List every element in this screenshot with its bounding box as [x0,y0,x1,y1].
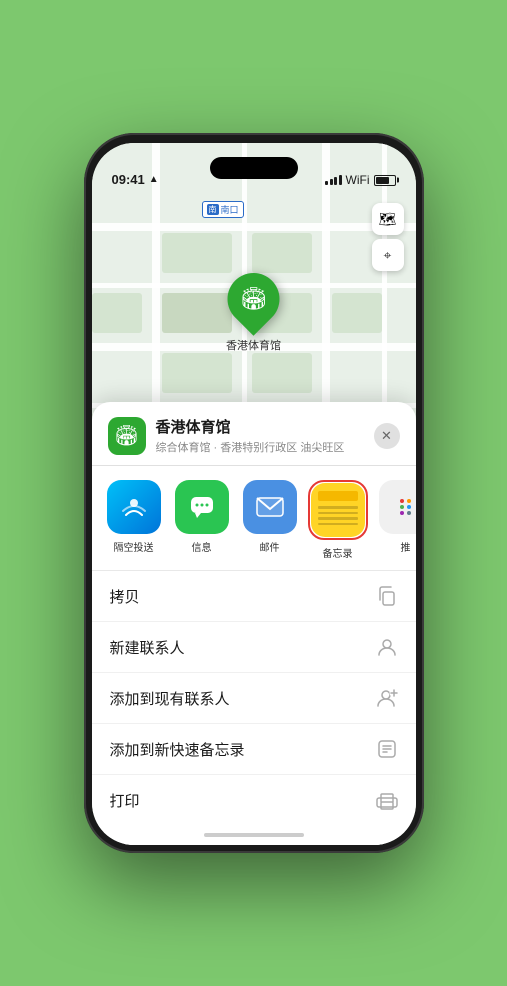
location-pin: 🏟 香港体育馆 [226,273,281,353]
map-block-1 [162,233,232,273]
label-prefix: 南 [207,204,219,215]
dot-blue [407,505,411,509]
action-item-new-contact[interactable]: 新建联系人 [92,622,416,673]
map-block-2 [252,233,312,273]
share-item-mail[interactable]: 邮件 [240,480,300,560]
venue-header: 🏟 香港体育馆 综合体育馆 · 香港特别行政区 油尖旺区 ✕ [92,402,416,466]
time-display: 09:41 [112,172,145,187]
close-button[interactable]: ✕ [374,423,400,449]
signal-bar-2 [330,179,333,185]
add-contact-label: 添加到现有联系人 [110,688,230,709]
venue-subtitle: 综合体育馆 · 香港特别行政区 油尖旺区 [156,439,374,455]
map-layers-icon: 🗺 [379,211,397,228]
airdrop-svg-icon [120,493,148,521]
airdrop-label: 隔空投送 [114,539,154,554]
notes-icon-wrap [311,483,365,537]
share-item-notes[interactable]: 备忘录 [308,480,368,560]
share-item-airdrop[interactable]: 隔空投送 [104,480,164,560]
dot-row-1 [400,499,411,503]
share-row: 隔空投送 信息 [92,466,416,570]
messages-icon-wrap [175,480,229,534]
venue-icon: 🏟 [108,417,146,455]
dot-red [400,499,404,503]
quick-memo-icon [376,738,398,760]
add-contact-icon [376,687,398,709]
status-time: 09:41 ▲ [112,172,159,187]
action-item-add-contact[interactable]: 添加到现有联系人 [92,673,416,724]
action-item-quick-memo[interactable]: 添加到新快速备忘录 [92,724,416,775]
pin-circle: 🏟 [217,262,291,336]
dot-purple [400,511,404,515]
mail-svg-icon [255,496,285,518]
location-arrow-icon: ▲ [149,174,159,185]
notes-highlight-border [308,480,368,540]
dot-orange [407,499,411,503]
map-layers-button[interactable]: 🗺 [372,203,404,235]
map-location-button[interactable]: ⌖ [372,239,404,271]
notes-line-4 [318,523,358,526]
notes-top-band [318,491,358,501]
new-contact-icon [376,636,398,658]
print-label: 打印 [110,790,140,811]
messages-svg-icon [187,492,217,522]
more-dots-container [396,495,415,519]
status-icons: WiFi [325,173,396,187]
label-text: 南口 [221,203,239,216]
map-label: 南 南口 [202,201,244,218]
venue-name: 香港体育馆 [156,416,374,437]
battery-fill [376,177,390,184]
notes-label: 备忘录 [323,545,353,560]
dot-row-2 [400,505,411,509]
venue-info: 香港体育馆 综合体育馆 · 香港特别行政区 油尖旺区 [156,416,374,455]
action-item-print[interactable]: 打印 [92,775,416,825]
quick-memo-label: 添加到新快速备忘录 [110,739,245,760]
copy-icon [376,585,398,607]
wifi-icon: WiFi [346,173,370,187]
signal-bars [325,175,342,185]
map-block-stadium [162,293,232,333]
new-contact-label: 新建联系人 [110,637,185,658]
copy-label: 拷贝 [110,586,140,607]
close-icon: ✕ [381,428,392,444]
more-label: 推 [401,539,411,554]
messages-label: 信息 [192,539,212,554]
map-controls: 🗺 ⌖ [372,203,404,271]
road-h-1 [92,223,416,231]
dot-gray [407,511,411,515]
phone-frame: 09:41 ▲ WiFi [84,133,424,853]
signal-bar-1 [325,181,328,185]
stadium-icon: 🏟 [240,286,268,312]
map-block-3 [92,293,142,333]
print-icon [376,789,398,811]
action-list: 拷贝 新建联系人 添加到现有联系人 [92,570,416,825]
bottom-sheet: 🏟 香港体育馆 综合体育馆 · 香港特别行政区 油尖旺区 ✕ [92,402,416,845]
share-item-more[interactable]: 推 [376,480,416,560]
phone-screen: 09:41 ▲ WiFi [92,143,416,845]
map-block-5 [332,293,382,333]
signal-bar-4 [339,175,342,185]
home-bar [204,833,304,837]
notes-line-1 [318,506,358,509]
dynamic-island [210,157,298,179]
share-item-messages[interactable]: 信息 [172,480,232,560]
airdrop-icon-wrap [107,480,161,534]
notes-line-3 [318,517,358,520]
map-block-6 [162,353,232,393]
more-icon-wrap [379,480,416,534]
dot-green [400,505,404,509]
notes-line-2 [318,512,358,515]
pin-label: 香港体育馆 [226,337,281,353]
home-indicator [92,825,416,845]
location-arrow-icon: ⌖ [384,247,392,264]
mail-label: 邮件 [260,539,280,554]
battery-icon [374,175,396,186]
action-item-copy[interactable]: 拷贝 [92,571,416,622]
map-block-7 [252,353,312,393]
dot-row-3 [400,511,411,515]
mail-icon-wrap [243,480,297,534]
signal-bar-3 [334,177,337,185]
